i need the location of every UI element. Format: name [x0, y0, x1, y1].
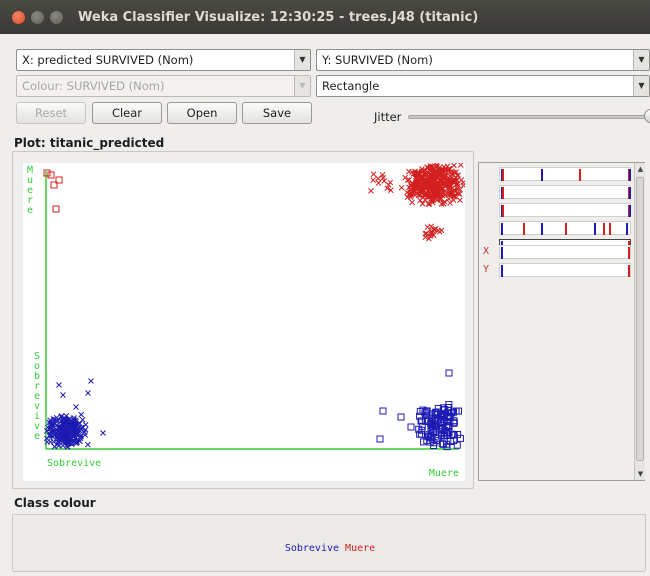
plot-point [370, 171, 377, 178]
plot-point [445, 369, 453, 377]
y-axis-label-high: Muere [27, 165, 33, 216]
plot-title: Plot: titanic_predicted [14, 136, 165, 150]
legend-muere[interactable]: Muere [345, 543, 375, 554]
plot-point [375, 175, 381, 182]
shape-select-value: Rectangle [322, 79, 380, 93]
plot-point [100, 430, 106, 436]
plot-point [47, 171, 55, 179]
x-axis-label-low: Sobrevive [47, 458, 101, 469]
attribute-bar[interactable] [499, 263, 631, 277]
plot-point [428, 223, 435, 230]
plot-point [379, 407, 387, 415]
plot-points [43, 163, 465, 451]
plot-point [43, 169, 51, 177]
plot-point [376, 435, 384, 443]
attribute-bar[interactable] [499, 167, 631, 181]
plot-point [451, 163, 457, 169]
plot-point [436, 228, 443, 235]
plot-point [78, 411, 85, 418]
attribute-panel[interactable]: X Y ▲ ▼ [478, 162, 645, 481]
y-axis-select-value: Y: SURVIVED (Nom) [322, 53, 433, 67]
scatter-plot[interactable]: Sobrevive Muere Muere Sobrevive [23, 163, 465, 481]
colour-select: Colour: SURVIVED (Nom) ▼ [16, 75, 311, 97]
plot-point [397, 413, 405, 421]
plot-point [56, 382, 62, 388]
plot-point [88, 378, 94, 384]
y-axis-label-low: Sobrevive [34, 351, 40, 442]
plot-point [409, 199, 416, 206]
plot-point [60, 392, 66, 398]
attribute-bar[interactable] [499, 185, 631, 199]
scroll-down-icon[interactable]: ▼ [635, 468, 646, 480]
scroll-up-icon[interactable]: ▲ [635, 163, 646, 175]
attribute-scrollbar[interactable]: ▲ ▼ [634, 163, 645, 480]
plot-point [47, 439, 54, 445]
attribute-bar-selected[interactable] [499, 221, 631, 235]
window-title: Weka Classifier Visualize: 12:30:25 - tr… [78, 10, 479, 25]
plot-point [375, 180, 382, 186]
plot-point [79, 416, 86, 423]
class-colour-legend: Sobrevive Muere [13, 543, 647, 554]
scrollbar-thumb[interactable] [636, 177, 644, 461]
plot-point [398, 184, 405, 191]
plot-point [457, 197, 463, 204]
jitter-slider-knob[interactable] [644, 109, 650, 123]
plot-point [407, 423, 415, 431]
jitter-slider[interactable] [408, 115, 648, 119]
attribute-bar[interactable] [499, 203, 631, 217]
window-titlebar: Weka Classifier Visualize: 12:30:25 - tr… [0, 0, 650, 34]
plot-point [447, 200, 453, 206]
chevron-down-icon: ▼ [294, 76, 310, 96]
scatter-plot-canvas[interactable]: Sobrevive Muere Muere Sobrevive [23, 163, 465, 481]
x-attribute-tag: X [483, 246, 490, 257]
plot-point [368, 187, 374, 194]
x-axis-label-high: Muere [429, 468, 459, 479]
plot-point [82, 421, 89, 428]
shape-select[interactable]: Rectangle ▼ [316, 75, 650, 97]
colour-select-value: Colour: SURVIVED (Nom) [22, 79, 165, 93]
minimize-icon[interactable] [31, 11, 44, 24]
plot-point [457, 163, 464, 168]
jitter-label: Jitter [374, 110, 402, 124]
reset-button: Reset [16, 102, 86, 124]
clear-button[interactable]: Clear [92, 102, 162, 124]
x-axis-select[interactable]: X: predicted SURVIVED (Nom) ▼ [16, 49, 311, 71]
maximize-icon[interactable] [50, 11, 63, 24]
attribute-bar[interactable] [499, 245, 631, 259]
legend-sobrevive[interactable]: Sobrevive [285, 543, 339, 554]
class-colour-title: Class colour [14, 496, 96, 510]
plot-point [84, 441, 91, 448]
plot-point [52, 205, 60, 213]
plot-point [387, 179, 394, 186]
plot-point [85, 390, 91, 396]
y-attribute-tag: Y [483, 264, 490, 275]
chevron-down-icon: ▼ [294, 50, 310, 70]
close-icon[interactable] [12, 11, 25, 24]
plot-point [370, 177, 377, 183]
chevron-down-icon: ▼ [633, 50, 649, 70]
class-colour-panel: Sobrevive Muere [12, 514, 646, 572]
x-axis-select-value: X: predicted SURVIVED (Nom) [22, 53, 194, 67]
plot-point [73, 404, 79, 410]
chevron-down-icon: ▼ [633, 76, 649, 96]
open-button[interactable]: Open [167, 102, 237, 124]
save-button[interactable]: Save [242, 102, 312, 124]
y-axis-select[interactable]: Y: SURVIVED (Nom) ▼ [316, 49, 650, 71]
